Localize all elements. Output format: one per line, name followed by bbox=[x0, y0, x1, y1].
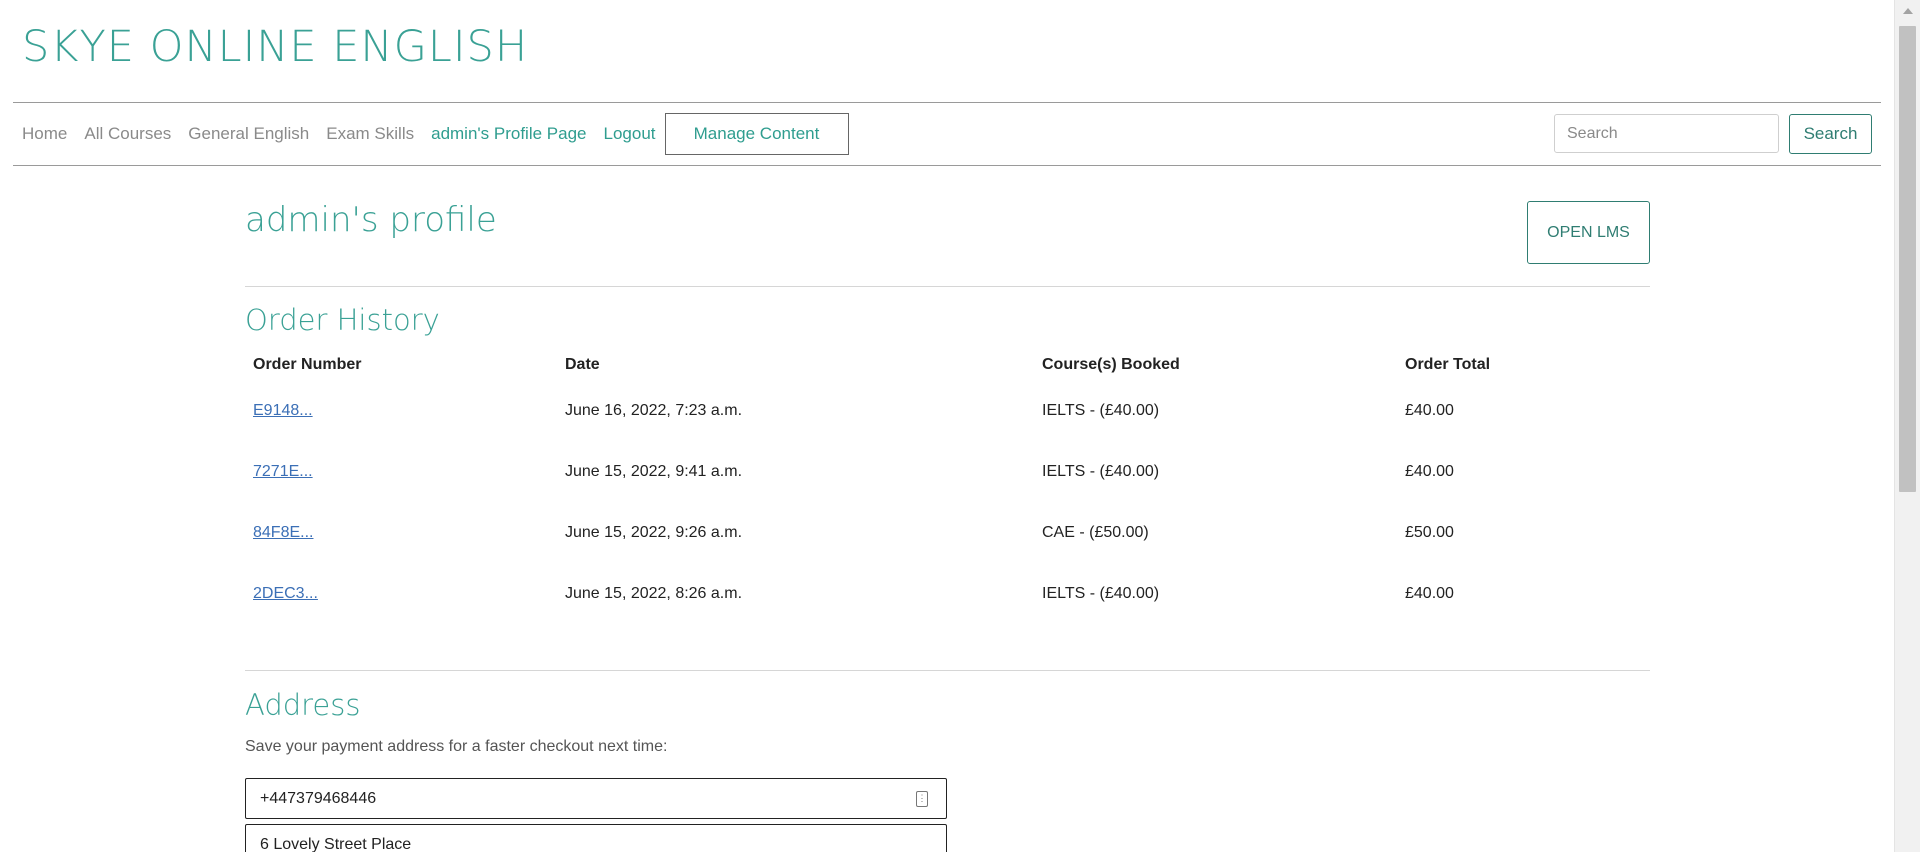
column-header: Date bbox=[565, 356, 600, 373]
manage-content-button[interactable]: Manage Content bbox=[664, 113, 849, 155]
address-note: Save your payment address for a faster c… bbox=[245, 738, 668, 755]
street-address-field[interactable] bbox=[245, 824, 947, 852]
order-date: June 15, 2022, 9:41 a.m. bbox=[565, 462, 743, 480]
table-row: 2DEC3... June 15, 2022, 8:26 a.m. IELTS … bbox=[245, 563, 1573, 624]
order-number-cell: 2DEC3... bbox=[245, 563, 557, 624]
order-number-cell: 84F8E... bbox=[245, 502, 557, 563]
order-date: June 15, 2022, 8:26 a.m. bbox=[565, 584, 743, 602]
order-number-link[interactable]: 2DEC3... bbox=[253, 585, 318, 602]
page: SKYE ONLINE ENGLISH Home All Courses Gen… bbox=[0, 0, 1894, 852]
nav-links: Home All Courses General English Exam Sk… bbox=[22, 103, 849, 165]
nav-link-exam-skills[interactable]: Exam Skills bbox=[326, 124, 414, 144]
search-input[interactable] bbox=[1554, 114, 1779, 153]
order-history-title: Order History bbox=[245, 303, 440, 337]
order-total: £40.00 bbox=[1405, 401, 1454, 419]
page-title: admin's profile bbox=[245, 200, 497, 240]
column-header: Course(s) Booked bbox=[1042, 356, 1180, 373]
order-number-cell: E9148... bbox=[245, 380, 557, 441]
column-header: Order Total bbox=[1405, 356, 1491, 373]
nav-link-all-courses[interactable]: All Courses bbox=[84, 124, 171, 144]
order-number-cell: 7271E... bbox=[245, 441, 557, 502]
order-total: £40.00 bbox=[1405, 584, 1454, 602]
nav-link-general-english[interactable]: General English bbox=[188, 124, 309, 144]
order-total: £40.00 bbox=[1405, 462, 1454, 480]
search-button[interactable]: Search bbox=[1789, 114, 1872, 154]
scrollbar-thumb[interactable] bbox=[1899, 26, 1916, 492]
address-title: Address bbox=[245, 688, 361, 722]
column-header: Order Number bbox=[253, 356, 362, 373]
open-lms-button[interactable]: OPEN LMS bbox=[1527, 201, 1650, 264]
order-total: £50.00 bbox=[1405, 523, 1454, 541]
scroll-up-arrow-icon[interactable] bbox=[1903, 8, 1913, 14]
contact-card-icon: ⋮ bbox=[916, 791, 928, 807]
nav-link-home[interactable]: Home bbox=[22, 124, 67, 144]
divider bbox=[245, 670, 1650, 671]
divider bbox=[245, 286, 1650, 287]
order-number-link[interactable]: 84F8E... bbox=[253, 524, 313, 541]
order-history-table: Order Number Date Course(s) Booked Order… bbox=[245, 350, 1573, 624]
order-date: June 15, 2022, 9:26 a.m. bbox=[565, 523, 743, 541]
brand-title[interactable]: SKYE ONLINE ENGLISH bbox=[22, 22, 528, 72]
vertical-scrollbar[interactable] bbox=[1894, 0, 1920, 852]
table-row: 84F8E... June 15, 2022, 9:26 a.m. CAE - … bbox=[245, 502, 1573, 563]
order-date: June 16, 2022, 7:23 a.m. bbox=[565, 401, 743, 419]
order-courses: IELTS - (£40.00) bbox=[1042, 462, 1160, 480]
table-row: 7271E... June 15, 2022, 9:41 a.m. IELTS … bbox=[245, 441, 1573, 502]
table-row: E9148... June 16, 2022, 7:23 a.m. IELTS … bbox=[245, 380, 1573, 441]
order-courses: CAE - (£50.00) bbox=[1042, 523, 1149, 541]
nav-link-logout[interactable]: Logout bbox=[604, 124, 656, 144]
navbar: Home All Courses General English Exam Sk… bbox=[13, 102, 1881, 166]
order-courses: IELTS - (£40.00) bbox=[1042, 401, 1160, 419]
table-header-row: Order Number Date Course(s) Booked Order… bbox=[245, 350, 1573, 380]
order-courses: IELTS - (£40.00) bbox=[1042, 584, 1160, 602]
order-number-link[interactable]: E9148... bbox=[253, 402, 313, 419]
phone-field[interactable] bbox=[245, 778, 947, 819]
order-number-link[interactable]: 7271E... bbox=[253, 463, 313, 480]
nav-link-profile[interactable]: admin's Profile Page bbox=[431, 124, 586, 144]
